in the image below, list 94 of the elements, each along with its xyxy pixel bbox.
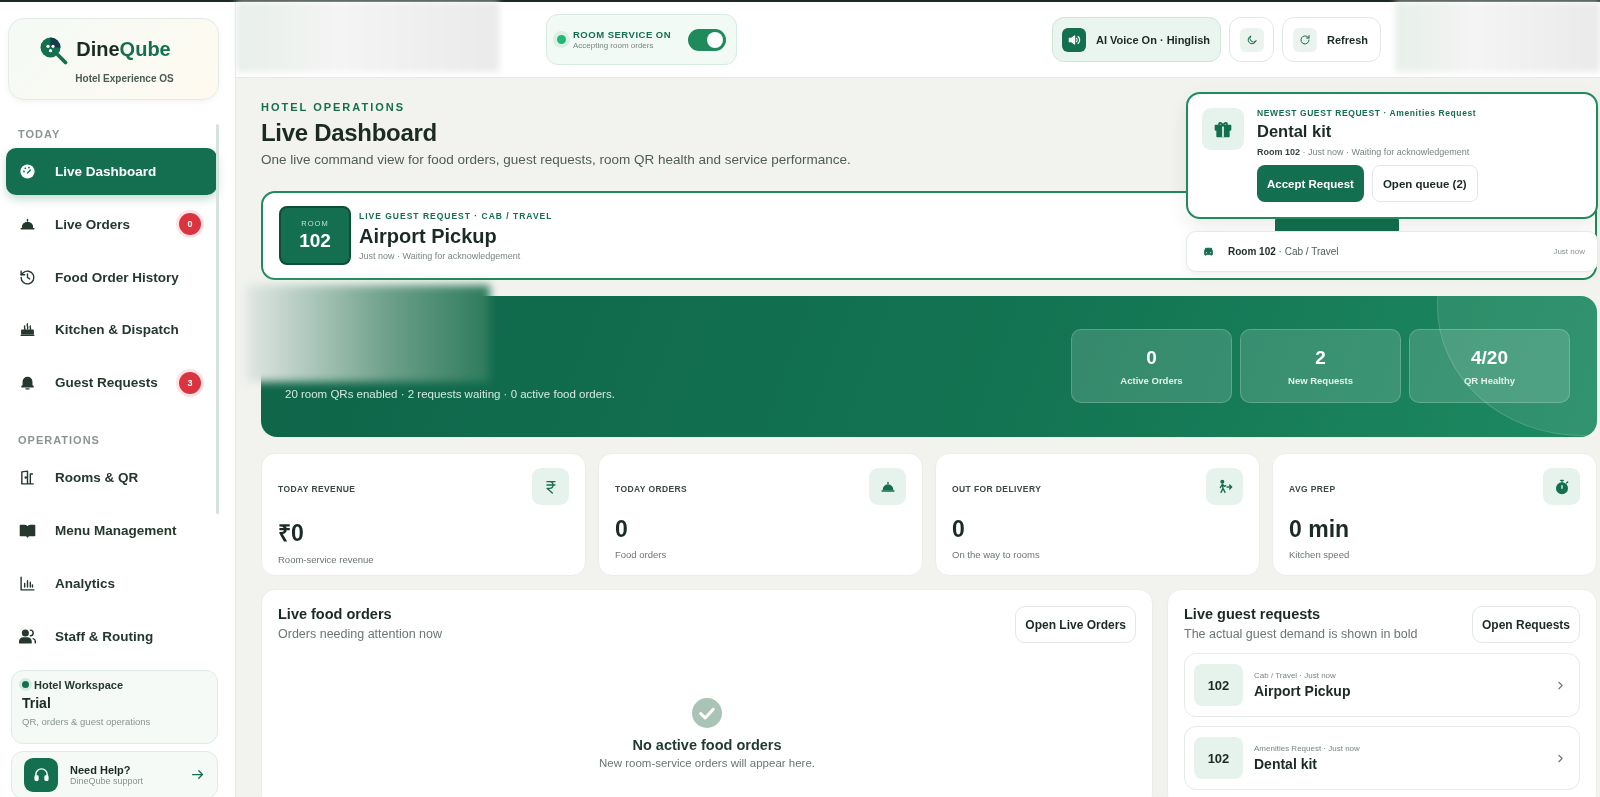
dark-mode-button[interactable] [1229, 17, 1275, 62]
stat-label: New Requests [1288, 374, 1353, 386]
banner-summary: 20 room QRs enabled · 2 requests waiting · 0 active food orders. [285, 388, 616, 400]
panel-title: Live guest requests [1184, 606, 1322, 622]
open-queue-button[interactable]: Open queue (2) [1371, 165, 1478, 202]
stat-value: 0 [1146, 346, 1157, 369]
request-title: Airport Pickup [359, 224, 497, 248]
empty-state-title: No active food orders [632, 737, 782, 753]
nav-item[interactable]: Live Orders 0 [6, 200, 217, 248]
bell-icon [19, 374, 36, 392]
request-meta: Just now · Waiting for acknowledgement [359, 250, 521, 261]
panel-subtitle: The actual guest demand is shown in bold [1184, 627, 1419, 641]
request-title: Dental kit [1254, 756, 1318, 772]
section-eyebrow: HOTEL OPERATIONS [261, 100, 406, 115]
brand-tagline: Hotel Experience OS [75, 72, 174, 84]
speedometer-icon [19, 163, 36, 180]
nav-item[interactable]: Guest Requests 3 [6, 359, 217, 407]
page-title: Live Dashboard [261, 118, 437, 148]
metric-label: OUT FOR DELIVERY [952, 484, 1042, 494]
metric-caption: Room-service revenue [278, 554, 374, 565]
car-icon [1202, 245, 1215, 258]
workspace-label: Hotel Workspace [34, 678, 124, 691]
metric-label: TODAY ORDERS [615, 484, 688, 494]
section-heading: TODAY [17, 127, 62, 142]
people-icon [19, 627, 36, 645]
cooking-pot-icon [19, 321, 36, 339]
open-requests-button[interactable]: Open Requests [1471, 606, 1580, 643]
request-row[interactable]: 102 Amenities Request · Just now Dental kit [1184, 726, 1580, 790]
toggle-switch[interactable] [688, 28, 726, 51]
ai-voice-button[interactable]: AI Voice On · Hinglish [1051, 17, 1222, 62]
refresh-icon [1299, 33, 1312, 46]
notification-meta: Room 102 · Just now · Waiting for acknowledgement [1257, 147, 1471, 157]
nav-item[interactable]: Food Order History [6, 253, 217, 301]
status-dot-icon [22, 681, 29, 689]
help-card[interactable]: Need Help? DineQube support [11, 750, 218, 797]
metric-value: 0 [952, 516, 965, 543]
gift-icon [1213, 119, 1233, 139]
stopwatch-icon [1553, 478, 1570, 495]
nav-item[interactable]: Rooms & QR [6, 454, 217, 502]
request-eyebrow: LIVE GUEST REQUEST · CAB / TRAVEL [359, 210, 553, 221]
count-badge: 3 [179, 371, 201, 394]
stat-label: Active Orders [1120, 374, 1183, 386]
help-subtitle: DineQube support [70, 775, 145, 786]
notification-eyebrow: NEWEST GUEST REQUEST · Amenities Request [1257, 108, 1478, 118]
refresh-button[interactable]: Refresh [1282, 17, 1381, 62]
bar-chart-icon [19, 574, 36, 592]
nav-item[interactable]: Staff & Routing [6, 612, 217, 660]
moon-icon [1245, 33, 1258, 46]
metric-value: 0 min [1289, 516, 1350, 543]
room-service-title: ROOM SERVICE ON [573, 29, 673, 40]
request-meta: Amenities Request · Just now [1254, 744, 1361, 753]
open-live-orders-button[interactable]: Open Live Orders [1015, 606, 1136, 643]
stat-label: QR Healthy [1463, 374, 1516, 386]
empty-state-text: New room-service orders will appear here. [599, 757, 815, 769]
history-icon [19, 268, 36, 286]
nav-item[interactable]: Kitchen & Dispatch [6, 306, 217, 354]
room-number: 102 [299, 230, 331, 252]
count-badge: 0 [179, 213, 201, 236]
door-icon [19, 469, 36, 487]
request-row[interactable]: 102 Cab / Travel · Just now Airport Pickup [1184, 653, 1580, 717]
nav-item[interactable]: Analytics [6, 559, 217, 607]
nav-item[interactable]: Menu Management [6, 507, 217, 554]
scrollbar[interactable] [216, 124, 219, 514]
metric-value: ₹0 [278, 519, 304, 548]
section-heading: OPERATIONS [17, 433, 101, 449]
room-number: 102 [1194, 737, 1243, 779]
headset-icon [32, 766, 50, 784]
page-subtitle: One live command view for food orders, guest requests, room QR health and service performance. [261, 151, 851, 169]
brand-name: DineQube [76, 38, 171, 61]
notification-text: Room 102 · Cab / Travel [1228, 246, 1340, 257]
request-meta: Cab / Travel · Just now [1254, 671, 1337, 680]
metric-value: 0 [615, 516, 628, 543]
room-service-subtitle: Accepting room orders [573, 41, 655, 50]
metric-label: AVG PREP [1289, 484, 1336, 494]
stat-value: 4/20 [1471, 346, 1508, 369]
workspace-plan: Trial [22, 694, 52, 711]
stat-value: 2 [1315, 346, 1326, 369]
check-circle-icon [692, 698, 722, 728]
workspace-description: QR, orders & guest operations [22, 715, 152, 727]
panel-title: Live food orders [278, 606, 393, 622]
room-number: 102 [1194, 664, 1243, 706]
notification-time: Just now [1553, 247, 1585, 256]
metric-caption: On the way to rooms [952, 549, 1040, 560]
request-title: Airport Pickup [1254, 683, 1352, 699]
nav-item[interactable]: Live Dashboard [6, 148, 217, 195]
accept-request-button[interactable]: Accept Request [1257, 165, 1364, 202]
panel-subtitle: Orders needing attention now [278, 627, 443, 641]
notification-title: Dental kit [1257, 122, 1333, 141]
metric-label: TODAY REVENUE [278, 484, 356, 494]
metric-caption: Kitchen speed [1289, 549, 1350, 560]
open-book-icon [19, 522, 36, 539]
speaker-icon [1066, 32, 1081, 47]
help-title: Need Help? [70, 763, 132, 776]
metric-caption: Food orders [615, 549, 667, 560]
